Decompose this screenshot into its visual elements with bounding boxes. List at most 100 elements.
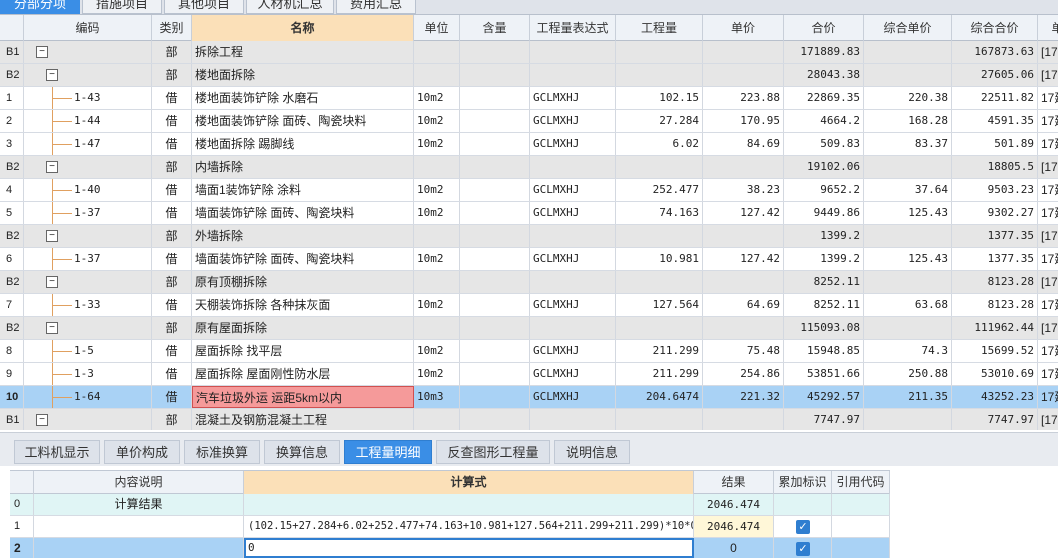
kind-cell[interactable]: 借: [152, 179, 192, 201]
item-row[interactable]: 2 1-44 借楼地面装饰铲除 面砖、陶瓷块料 10m2 GCLMXHJ 27.284 17…: [0, 110, 1058, 133]
section-row[interactable]: B2 − 部外墙拆除 1399.2 1377.35 [17: [0, 225, 1058, 248]
qty-cell[interactable]: 10.981: [616, 248, 703, 270]
content-cell[interactable]: [460, 248, 530, 270]
price-cell[interactable]: 127.42: [703, 248, 784, 270]
expr-cell[interactable]: GCLMXHJ: [530, 340, 616, 362]
section-row[interactable]: B1− 部拆除工程 171889.83 167873.63 [17: [0, 41, 1058, 64]
name-cell[interactable]: 外墙拆除: [192, 225, 414, 247]
expr-cell[interactable]: [530, 409, 616, 430]
content-cell[interactable]: [460, 87, 530, 109]
price-cell[interactable]: [703, 271, 784, 293]
tab-qita[interactable]: 其他项目: [164, 0, 244, 14]
expr-cell[interactable]: [530, 41, 616, 63]
dcol-ref[interactable]: 引用代码: [832, 471, 890, 494]
price-cell[interactable]: 254.86: [703, 363, 784, 385]
item-row[interactable]: 9 1-3 借屋面拆除 屋面刚性防水层 10m2 GCLMXHJ 211.299 254.8…: [0, 363, 1058, 386]
code-cell[interactable]: −: [24, 225, 152, 247]
unit-cell[interactable]: [414, 41, 460, 63]
section-row[interactable]: B2 − 部内墙拆除 19102.06 18805.5 [17: [0, 156, 1058, 179]
tab-gongchengliang-mingxi[interactable]: 工程量明细: [344, 440, 432, 464]
price-cell[interactable]: [703, 156, 784, 178]
code-cell[interactable]: 1-37: [24, 248, 152, 270]
tab-gongliaoji[interactable]: 工料机显示: [14, 440, 100, 464]
name-cell[interactable]: 楼地面拆除: [192, 64, 414, 86]
qty-cell[interactable]: [616, 409, 703, 430]
item-row[interactable]: 6 1-37 借墙面装饰铲除 面砖、陶瓷块料 10m2 GCLMXHJ 10.981 127…: [0, 248, 1058, 271]
code-cell[interactable]: −: [24, 41, 152, 63]
code-cell[interactable]: 1-44: [24, 110, 152, 132]
content-cell[interactable]: [460, 179, 530, 201]
unit-cell[interactable]: [414, 317, 460, 339]
expr-cell[interactable]: GCLMXHJ: [530, 179, 616, 201]
kind-cell[interactable]: 部: [152, 64, 192, 86]
dcol-accum[interactable]: 累加标识: [774, 471, 832, 494]
detail-row-result[interactable]: 0 计算结果 2046.474: [10, 494, 890, 516]
qty-cell[interactable]: 74.163: [616, 202, 703, 224]
content-cell[interactable]: [460, 41, 530, 63]
qty-cell[interactable]: 102.15: [616, 87, 703, 109]
collapse-icon[interactable]: −: [36, 414, 48, 426]
detail-desc[interactable]: [34, 538, 244, 558]
code-cell[interactable]: 1-43: [24, 87, 152, 109]
expr-cell[interactable]: [530, 225, 616, 247]
name-cell[interactable]: 内墙拆除: [192, 156, 414, 178]
qty-cell[interactable]: 127.564: [616, 294, 703, 316]
col-code[interactable]: 编码: [24, 15, 152, 41]
unit-cell[interactable]: 10m2: [414, 248, 460, 270]
unit-cell[interactable]: [414, 156, 460, 178]
tab-cuoshi[interactable]: 措施项目: [82, 0, 162, 14]
item-row[interactable]: 10 1-64 借汽车垃圾外运 运距5km以内 10m3 GCLMXHJ 204.6474…: [0, 386, 1058, 409]
unit-cell[interactable]: [414, 271, 460, 293]
unit-cell[interactable]: [414, 225, 460, 247]
price-cell[interactable]: [703, 225, 784, 247]
detail-ref[interactable]: [832, 494, 890, 515]
collapse-icon[interactable]: −: [36, 46, 48, 58]
detail-ref[interactable]: [832, 538, 890, 558]
expr-cell[interactable]: GCLMXHJ: [530, 363, 616, 385]
dcol-result[interactable]: 结果: [694, 471, 774, 494]
section-row[interactable]: B2 − 部原有屋面拆除 115093.08 111962.44 [17: [0, 317, 1058, 340]
col-expr[interactable]: 工程量表达式: [530, 15, 616, 41]
kind-cell[interactable]: 借: [152, 386, 192, 408]
qty-cell[interactable]: [616, 156, 703, 178]
col-unit[interactable]: 单位: [414, 15, 460, 41]
price-cell[interactable]: [703, 317, 784, 339]
section-row[interactable]: B1− 部混凝土及钢筋混凝土工程 7747.97 7747.97 [17: [0, 409, 1058, 430]
price-cell[interactable]: [703, 409, 784, 430]
qty-cell[interactable]: 211.299: [616, 340, 703, 362]
item-row[interactable]: 7 1-33 借天棚装饰拆除 各种抹灰面 10m2 GCLMXHJ 127.564 64.6…: [0, 294, 1058, 317]
tab-shuoming-xinxi[interactable]: 说明信息: [554, 440, 630, 464]
name-cell[interactable]: 墙面装饰铲除 面砖、陶瓷块料: [192, 202, 414, 224]
collapse-icon[interactable]: −: [46, 276, 58, 288]
content-cell[interactable]: [460, 363, 530, 385]
detail-row-1[interactable]: 1 (102.15+27.284+6.02+252.477+74.163+10.…: [10, 516, 890, 538]
expr-cell[interactable]: [530, 64, 616, 86]
price-cell[interactable]: 64.69: [703, 294, 784, 316]
tab-feiyong[interactable]: 费用汇总: [336, 0, 416, 14]
code-cell[interactable]: 1-3: [24, 363, 152, 385]
unit-cell[interactable]: [414, 409, 460, 430]
col-total[interactable]: 合价: [784, 15, 864, 41]
code-cell[interactable]: −: [24, 317, 152, 339]
tab-huansuan-xinxi[interactable]: 换算信息: [264, 440, 340, 464]
code-cell[interactable]: 1-40: [24, 179, 152, 201]
kind-cell[interactable]: 部: [152, 271, 192, 293]
content-cell[interactable]: [460, 202, 530, 224]
detail-formula[interactable]: (102.15+27.284+6.02+252.477+74.163+10.98…: [244, 516, 694, 537]
expr-cell[interactable]: [530, 271, 616, 293]
code-cell[interactable]: −: [24, 64, 152, 86]
kind-cell[interactable]: 部: [152, 41, 192, 63]
price-cell[interactable]: 38.23: [703, 179, 784, 201]
name-cell[interactable]: 楼地面拆除 踢脚线: [192, 133, 414, 155]
unit-cell[interactable]: 10m2: [414, 110, 460, 132]
section-row[interactable]: B2 − 部楼地面拆除 28043.38 27605.06 [17: [0, 64, 1058, 87]
content-cell[interactable]: [460, 110, 530, 132]
code-cell[interactable]: −: [24, 271, 152, 293]
accumulate-checkbox[interactable]: ✓: [796, 542, 810, 556]
kind-cell[interactable]: 部: [152, 409, 192, 430]
kind-cell[interactable]: 部: [152, 317, 192, 339]
qty-cell[interactable]: [616, 271, 703, 293]
item-row[interactable]: 5 1-37 借墙面装饰铲除 面砖、陶瓷块料 10m2 GCLMXHJ 74.163 127…: [0, 202, 1058, 225]
unit-cell[interactable]: 10m2: [414, 363, 460, 385]
kind-cell[interactable]: 借: [152, 294, 192, 316]
